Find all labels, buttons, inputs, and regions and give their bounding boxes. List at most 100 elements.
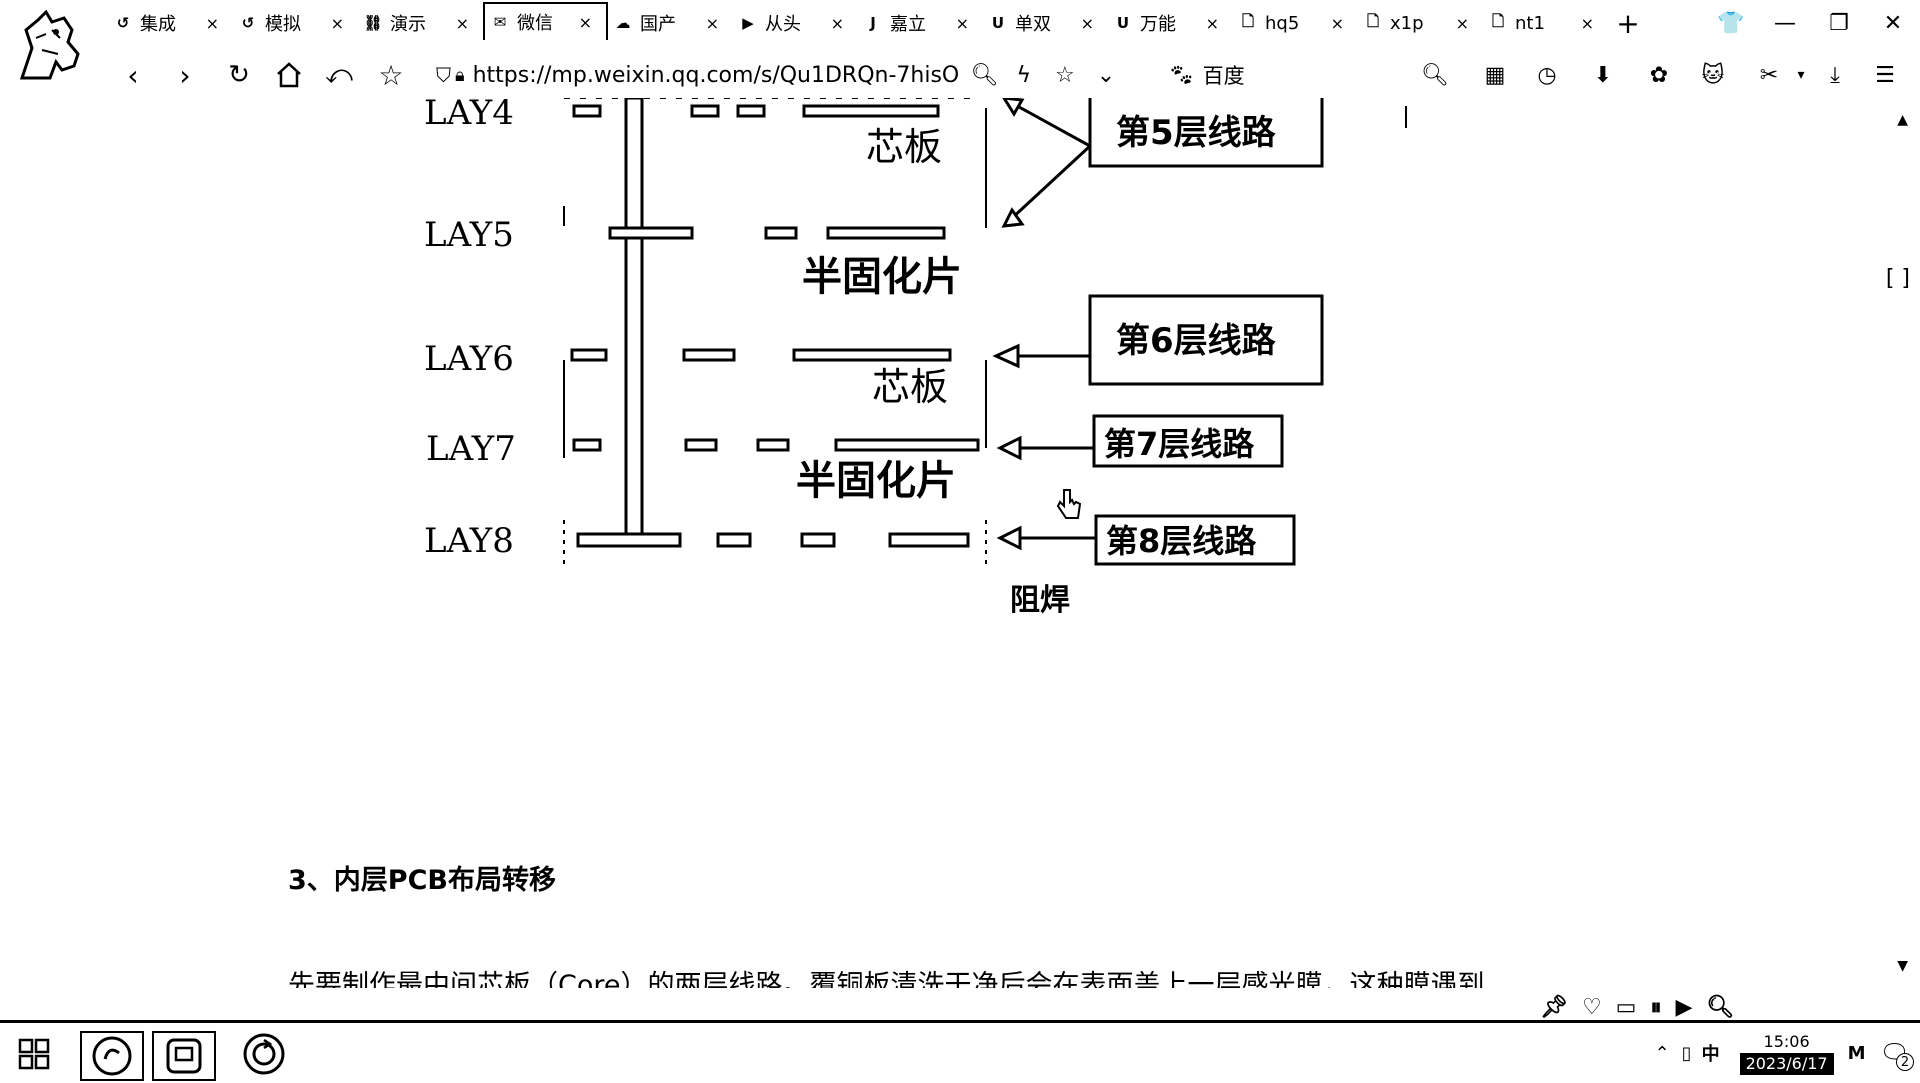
heart-icon[interactable]: ♡ <box>1582 995 1602 1020</box>
core-label: 芯板 <box>866 125 942 169</box>
tab-label: x1p <box>1390 12 1424 34</box>
callout-label: 第8层线路 <box>1106 522 1257 560</box>
window-icon[interactable]: ▭ <box>1616 995 1637 1020</box>
tab-3[interactable]: ✉ 微信 × <box>483 2 608 40</box>
section-heading: 3、内层PCB布局转移 <box>288 865 556 896</box>
scissors-icon[interactable]: ✂ <box>1752 58 1786 92</box>
windows-logo-icon <box>18 1038 50 1070</box>
close-icon[interactable]: × <box>206 14 219 33</box>
tab-label: 嘉立 <box>890 14 926 35</box>
callout-label: 第6层线路 <box>1116 321 1277 361</box>
search-icon[interactable]: 🔍︎ <box>1706 995 1734 1020</box>
tab-5[interactable]: ▶ 从头 × <box>733 6 858 40</box>
download-icon[interactable]: ⤓ <box>1818 58 1852 92</box>
close-icon[interactable]: × <box>706 14 719 33</box>
tab-7[interactable]: U 单双 × <box>983 6 1108 40</box>
forward-button[interactable]: › <box>168 58 202 92</box>
tab-1[interactable]: ↺ 模拟 × <box>233 6 358 40</box>
clock[interactable]: 15:06 2023/6/17 <box>1739 1031 1834 1075</box>
copper-trace <box>888 532 970 548</box>
close-icon[interactable]: × <box>456 14 469 33</box>
tab-label: 从头 <box>765 14 801 35</box>
taskbar-app-sync[interactable] <box>234 1031 294 1077</box>
close-icon[interactable]: × <box>956 14 969 33</box>
play-icon[interactable]: ▶ <box>1675 995 1692 1020</box>
input-method-indicator[interactable]: 中 <box>1702 1040 1720 1066</box>
tab-label: 集成 <box>140 14 176 35</box>
search-engine-selector[interactable]: 🐾︎ 百度 <box>1168 58 1245 92</box>
menu-icon[interactable]: ☰ <box>1868 58 1902 92</box>
monitor-icon <box>166 1038 202 1074</box>
zoom-icon[interactable]: 🔍︎ <box>971 63 999 88</box>
close-window-button[interactable]: ✕ <box>1866 0 1920 46</box>
article-content[interactable]: LAY4 LAY5 LAY6 LAY7 LAY8 芯板 半固化片 芯板 半固化片… <box>0 98 1920 1020</box>
scroll-up-arrow[interactable]: ▲ <box>1897 112 1908 128</box>
pin-icon[interactable]: 📌︎ <box>1540 995 1568 1020</box>
bilibili-icon: ▶ <box>742 14 754 32</box>
home-button[interactable] <box>272 58 306 92</box>
close-icon[interactable]: × <box>331 14 344 33</box>
tab-0[interactable]: ↺ 集成 × <box>108 6 233 40</box>
tab-10[interactable]: 🗋︎ x1p × <box>1358 6 1483 40</box>
close-icon[interactable]: × <box>831 14 844 33</box>
minimize-button[interactable]: — <box>1758 0 1812 46</box>
copper-trace <box>690 104 720 118</box>
scroll-down-arrow[interactable]: ▼ <box>1897 958 1908 974</box>
arrow-head <box>996 525 1022 551</box>
taskbar-app-screen[interactable] <box>152 1031 216 1081</box>
battery-icon[interactable]: ▯ <box>1682 1043 1692 1064</box>
pause-icon[interactable]: ⏸ <box>1650 995 1661 1020</box>
close-icon[interactable]: × <box>1081 14 1094 33</box>
article-paragraph: 先要制作最中间芯板（Core）的两层线路。覆铜板清洗干净后会在表面盖上一层感光膜… <box>288 970 1485 988</box>
side-bracket-icon[interactable]: [ ] <box>1886 266 1910 291</box>
copper-trace <box>736 104 766 118</box>
clock-icon[interactable]: ◷ <box>1530 58 1564 92</box>
restore-button[interactable]: ❐ <box>1812 0 1866 46</box>
windows-start-icon[interactable] <box>4 1031 64 1077</box>
tab-8[interactable]: U 万能 × <box>1108 6 1233 40</box>
notification-icon[interactable]: 🗨︎ 2 <box>1880 1039 1914 1071</box>
copper-trace <box>756 438 790 452</box>
apps-grid-icon[interactable]: ▦ <box>1478 58 1512 92</box>
close-icon[interactable]: × <box>1581 14 1594 33</box>
close-icon[interactable]: × <box>1206 14 1219 33</box>
search-icon[interactable]: 🔍︎ <box>1418 58 1452 92</box>
address-bar[interactable]: ⛉ 🔒︎ https://mp.weixin.qq.com/s/Qu1DRQn-… <box>436 58 1116 92</box>
extension-cat-icon[interactable]: 🐱︎ <box>1696 58 1730 92</box>
tab-11[interactable]: 🗋︎ nt1 × <box>1483 6 1608 40</box>
close-icon[interactable]: × <box>1456 14 1469 33</box>
scissors-dropdown-icon[interactable]: ▾ <box>1784 58 1818 92</box>
lightning-icon[interactable]: ϟ <box>1017 63 1032 88</box>
new-tab-button[interactable]: + <box>1608 6 1648 40</box>
doc-icon: 🗋︎ <box>1241 11 1255 30</box>
favorite-star-icon[interactable]: ☆ <box>1055 63 1075 88</box>
close-icon[interactable]: × <box>579 13 592 32</box>
skin-icon[interactable]: 👕 <box>1704 0 1758 46</box>
download-circle-icon[interactable]: ⬇ <box>1586 58 1620 92</box>
window-controls: 👕 — ❐ ✕ <box>1704 0 1920 46</box>
layer-label: LAY6 <box>424 339 514 379</box>
lock-icon: 🔒︎ <box>455 64 465 86</box>
chatgpt-icon[interactable]: ✿ <box>1642 58 1676 92</box>
chevron-up-icon[interactable]: ⌃ <box>1655 1043 1670 1064</box>
tab-2[interactable]: ⛓ 演示 × <box>358 6 483 40</box>
copper-trace <box>682 348 736 362</box>
reload-button[interactable]: ↻ <box>222 58 256 92</box>
callout-label: 第5层线路 <box>1116 113 1277 153</box>
bookmark-star-button[interactable]: ☆ <box>374 58 408 92</box>
tab-4[interactable]: ☁ 国产 × <box>608 6 733 40</box>
close-icon[interactable]: × <box>1331 14 1344 33</box>
ime-icon[interactable]: M <box>1848 1043 1866 1064</box>
tab-6[interactable]: J 嘉立 × <box>858 6 983 40</box>
solder-mask-label: 阻焊 <box>1010 583 1070 618</box>
back-button[interactable]: ‹ <box>116 58 150 92</box>
taskbar-app-browser[interactable] <box>80 1031 144 1081</box>
tab-label: 国产 <box>640 14 676 35</box>
undo-close-button[interactable]: ⤺ <box>322 58 356 92</box>
url-text[interactable]: https://mp.weixin.qq.com/s/Qu1DRQn-7hisO… <box>473 63 961 88</box>
tab-label: 模拟 <box>265 14 301 35</box>
tab-9[interactable]: 🗋︎ hq5 × <box>1233 6 1358 40</box>
callout-arrow <box>1009 100 1091 148</box>
chevron-down-icon[interactable]: ⌄ <box>1097 63 1115 88</box>
taskbar: ⌃ ▯ 中 15:06 2023/6/17 M 🗨︎ 2 <box>0 1020 1920 1083</box>
